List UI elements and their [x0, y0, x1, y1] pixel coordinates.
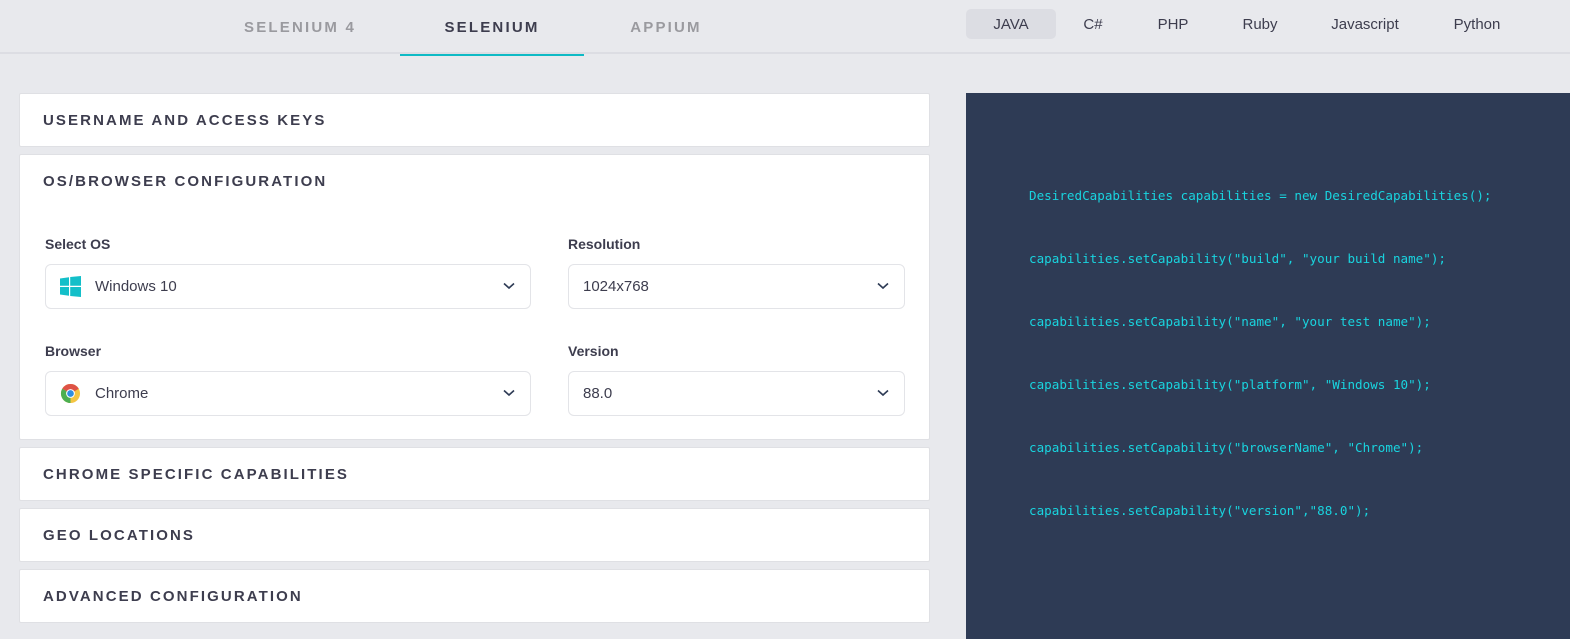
tab-csharp[interactable]: C# — [1056, 9, 1130, 39]
section-title[interactable]: USERNAME AND ACCESS KEYS — [43, 112, 327, 129]
chevron-down-icon — [876, 386, 890, 400]
select-os-label: Select OS — [45, 236, 111, 252]
section-title[interactable]: GEO LOCATIONS — [43, 527, 195, 544]
code-line: capabilities.setCapability("platform", "… — [1029, 377, 1431, 392]
browser-select[interactable]: Chrome — [45, 371, 531, 416]
tab-php[interactable]: PHP — [1130, 9, 1216, 39]
code-line: DesiredCapabilities capabilities = new D… — [1029, 188, 1492, 203]
resolution-label: Resolution — [568, 236, 641, 252]
version-label: Version — [568, 343, 619, 359]
code-line: capabilities.setCapability("build", "you… — [1029, 251, 1447, 266]
code-line: capabilities.setCapability("browserName"… — [1029, 440, 1424, 455]
resolution-select[interactable]: 1024x768 — [568, 264, 905, 309]
chevron-down-icon — [502, 386, 516, 400]
advanced-config-section[interactable]: ADVANCED CONFIGURATION — [19, 569, 930, 623]
os-select[interactable]: Windows 10 — [45, 264, 531, 309]
top-bar: SELENIUM 4 SELENIUM APPIUM JAVA C# PHP R… — [0, 0, 1570, 56]
tab-selenium[interactable]: SELENIUM — [400, 0, 584, 56]
section-title[interactable]: ADVANCED CONFIGURATION — [43, 588, 303, 605]
os-browser-config-section: OS/BROWSER CONFIGURATION Select OS Windo… — [19, 154, 930, 440]
code-block[interactable]: DesiredCapabilities capabilities = new D… — [1029, 143, 1492, 563]
resolution-select-value: 1024x768 — [583, 278, 649, 295]
tab-python[interactable]: Python — [1426, 9, 1528, 39]
version-select-value: 88.0 — [583, 385, 613, 402]
username-access-keys-section[interactable]: USERNAME AND ACCESS KEYS — [19, 93, 930, 147]
version-select[interactable]: 88.0 — [568, 371, 905, 416]
section-title[interactable]: CHROME SPECIFIC CAPABILITIES — [43, 466, 349, 483]
os-select-value: Windows 10 — [95, 278, 177, 295]
tab-javascript[interactable]: Javascript — [1304, 9, 1426, 39]
windows-icon — [59, 276, 81, 298]
code-line: capabilities.setCapability("name", "your… — [1029, 314, 1431, 329]
framework-tabs: SELENIUM 4 SELENIUM APPIUM — [200, 0, 748, 56]
code-snippet-panel: DesiredCapabilities capabilities = new D… — [966, 93, 1570, 639]
tab-ruby[interactable]: Ruby — [1216, 9, 1304, 39]
chevron-down-icon — [876, 279, 890, 293]
section-title[interactable]: OS/BROWSER CONFIGURATION — [43, 173, 327, 190]
browser-select-value: Chrome — [95, 385, 149, 402]
browser-label: Browser — [45, 343, 102, 359]
chrome-icon — [59, 383, 81, 405]
chrome-capabilities-section[interactable]: CHROME SPECIFIC CAPABILITIES — [19, 447, 930, 501]
tab-selenium-4[interactable]: SELENIUM 4 — [200, 0, 400, 54]
geo-locations-section[interactable]: GEO LOCATIONS — [19, 508, 930, 562]
language-tabs: JAVA C# PHP Ruby Javascript Python — [966, 9, 1528, 39]
tab-appium[interactable]: APPIUM — [584, 0, 748, 54]
tab-java[interactable]: JAVA — [966, 9, 1056, 39]
code-line: capabilities.setCapability("version","88… — [1029, 503, 1371, 518]
chevron-down-icon — [502, 279, 516, 293]
